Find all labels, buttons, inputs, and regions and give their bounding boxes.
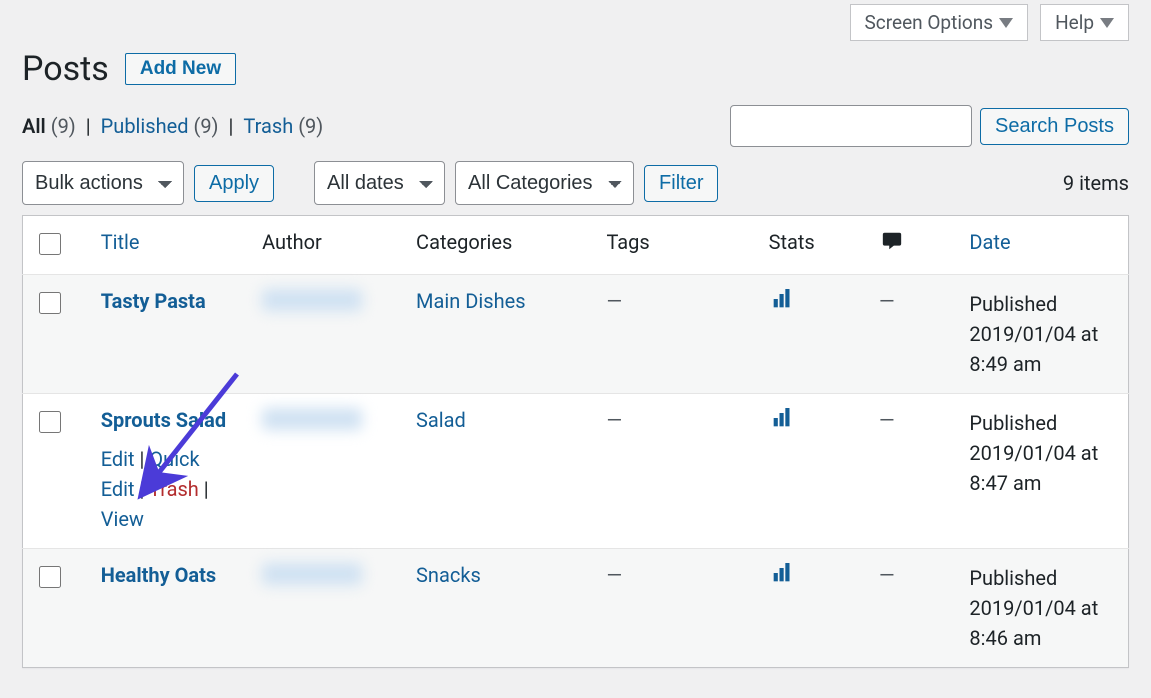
row-checkbox[interactable] (39, 292, 61, 314)
date-value: 2019/01/04 at 8:46 am (969, 596, 1098, 650)
table-row: Tasty Pasta Main Dishes — — Published 201… (23, 275, 1129, 394)
category-link[interactable]: Main Dishes (416, 289, 525, 313)
add-new-button[interactable]: Add New (125, 53, 236, 85)
posts-table: Title Author Categories Tags Stats Date … (22, 215, 1129, 668)
date-status: Published (969, 411, 1057, 435)
dates-select[interactable]: All dates (314, 161, 445, 205)
comment-icon (879, 233, 905, 257)
date-value: 2019/01/04 at 8:49 am (969, 322, 1098, 376)
edit-link[interactable]: Edit (101, 447, 135, 471)
author-cell (262, 563, 362, 585)
date-status: Published (969, 566, 1057, 590)
col-author: Author (250, 216, 404, 275)
help-label: Help (1055, 11, 1094, 34)
screen-options-button[interactable]: Screen Options (850, 4, 1029, 41)
stats-icon[interactable] (769, 564, 795, 588)
comments-empty: — (879, 408, 895, 432)
view-all[interactable]: All (22, 114, 46, 138)
view-published[interactable]: Published (101, 114, 189, 138)
tags-empty: — (606, 289, 622, 313)
view-trash[interactable]: Trash (243, 114, 293, 138)
category-link[interactable]: Snacks (416, 563, 481, 587)
view-published-count: (9) (193, 114, 218, 138)
col-comments (867, 216, 957, 275)
row-actions: Edit | Quick Edit | Trash | View (101, 444, 238, 534)
post-title-link[interactable]: Tasty Pasta (101, 289, 206, 313)
stats-icon[interactable] (769, 290, 795, 314)
page-title: Posts (22, 49, 109, 89)
chevron-down-icon (1100, 18, 1114, 28)
post-title-link[interactable]: Healthy Oats (101, 563, 216, 587)
post-title-link[interactable]: Sprouts Salad (101, 408, 226, 432)
row-checkbox[interactable] (39, 411, 61, 433)
comments-empty: — (879, 289, 895, 313)
date-status: Published (969, 292, 1057, 316)
view-all-count: (9) (51, 114, 76, 138)
table-row: Healthy Oats Snacks — — Published 2019/01… (23, 549, 1129, 668)
help-button[interactable]: Help (1040, 4, 1129, 41)
apply-button[interactable]: Apply (194, 165, 274, 202)
col-date[interactable]: Date (957, 216, 1128, 275)
author-cell (262, 289, 362, 311)
search-input[interactable] (730, 105, 972, 147)
author-cell (262, 408, 362, 430)
select-all-checkbox[interactable] (39, 233, 61, 255)
row-checkbox[interactable] (39, 566, 61, 588)
category-link[interactable]: Salad (416, 408, 466, 432)
screen-options-label: Screen Options (865, 11, 994, 34)
search-button[interactable]: Search Posts (980, 108, 1129, 145)
view-filters: All (9) | Published (9) | Trash (9) (22, 114, 323, 138)
tags-empty: — (606, 408, 622, 432)
stats-icon[interactable] (769, 409, 795, 433)
date-value: 2019/01/04 at 8:47 am (969, 441, 1098, 495)
col-tags: Tags (594, 216, 756, 275)
comments-empty: — (879, 563, 895, 587)
filter-button[interactable]: Filter (644, 165, 718, 202)
col-title[interactable]: Title (89, 216, 250, 275)
view-trash-count: (9) (298, 114, 323, 138)
col-stats: Stats (757, 216, 867, 275)
trash-link[interactable]: Trash (149, 477, 199, 501)
tags-empty: — (606, 563, 622, 587)
categories-select[interactable]: All Categories (455, 161, 634, 205)
chevron-down-icon (999, 18, 1013, 28)
items-count: 9 items (1063, 171, 1129, 195)
view-link[interactable]: View (101, 507, 144, 531)
table-row: Sprouts Salad Edit | Quick Edit | Trash … (23, 394, 1129, 549)
col-categories: Categories (404, 216, 594, 275)
bulk-actions-select[interactable]: Bulk actions (22, 161, 184, 205)
